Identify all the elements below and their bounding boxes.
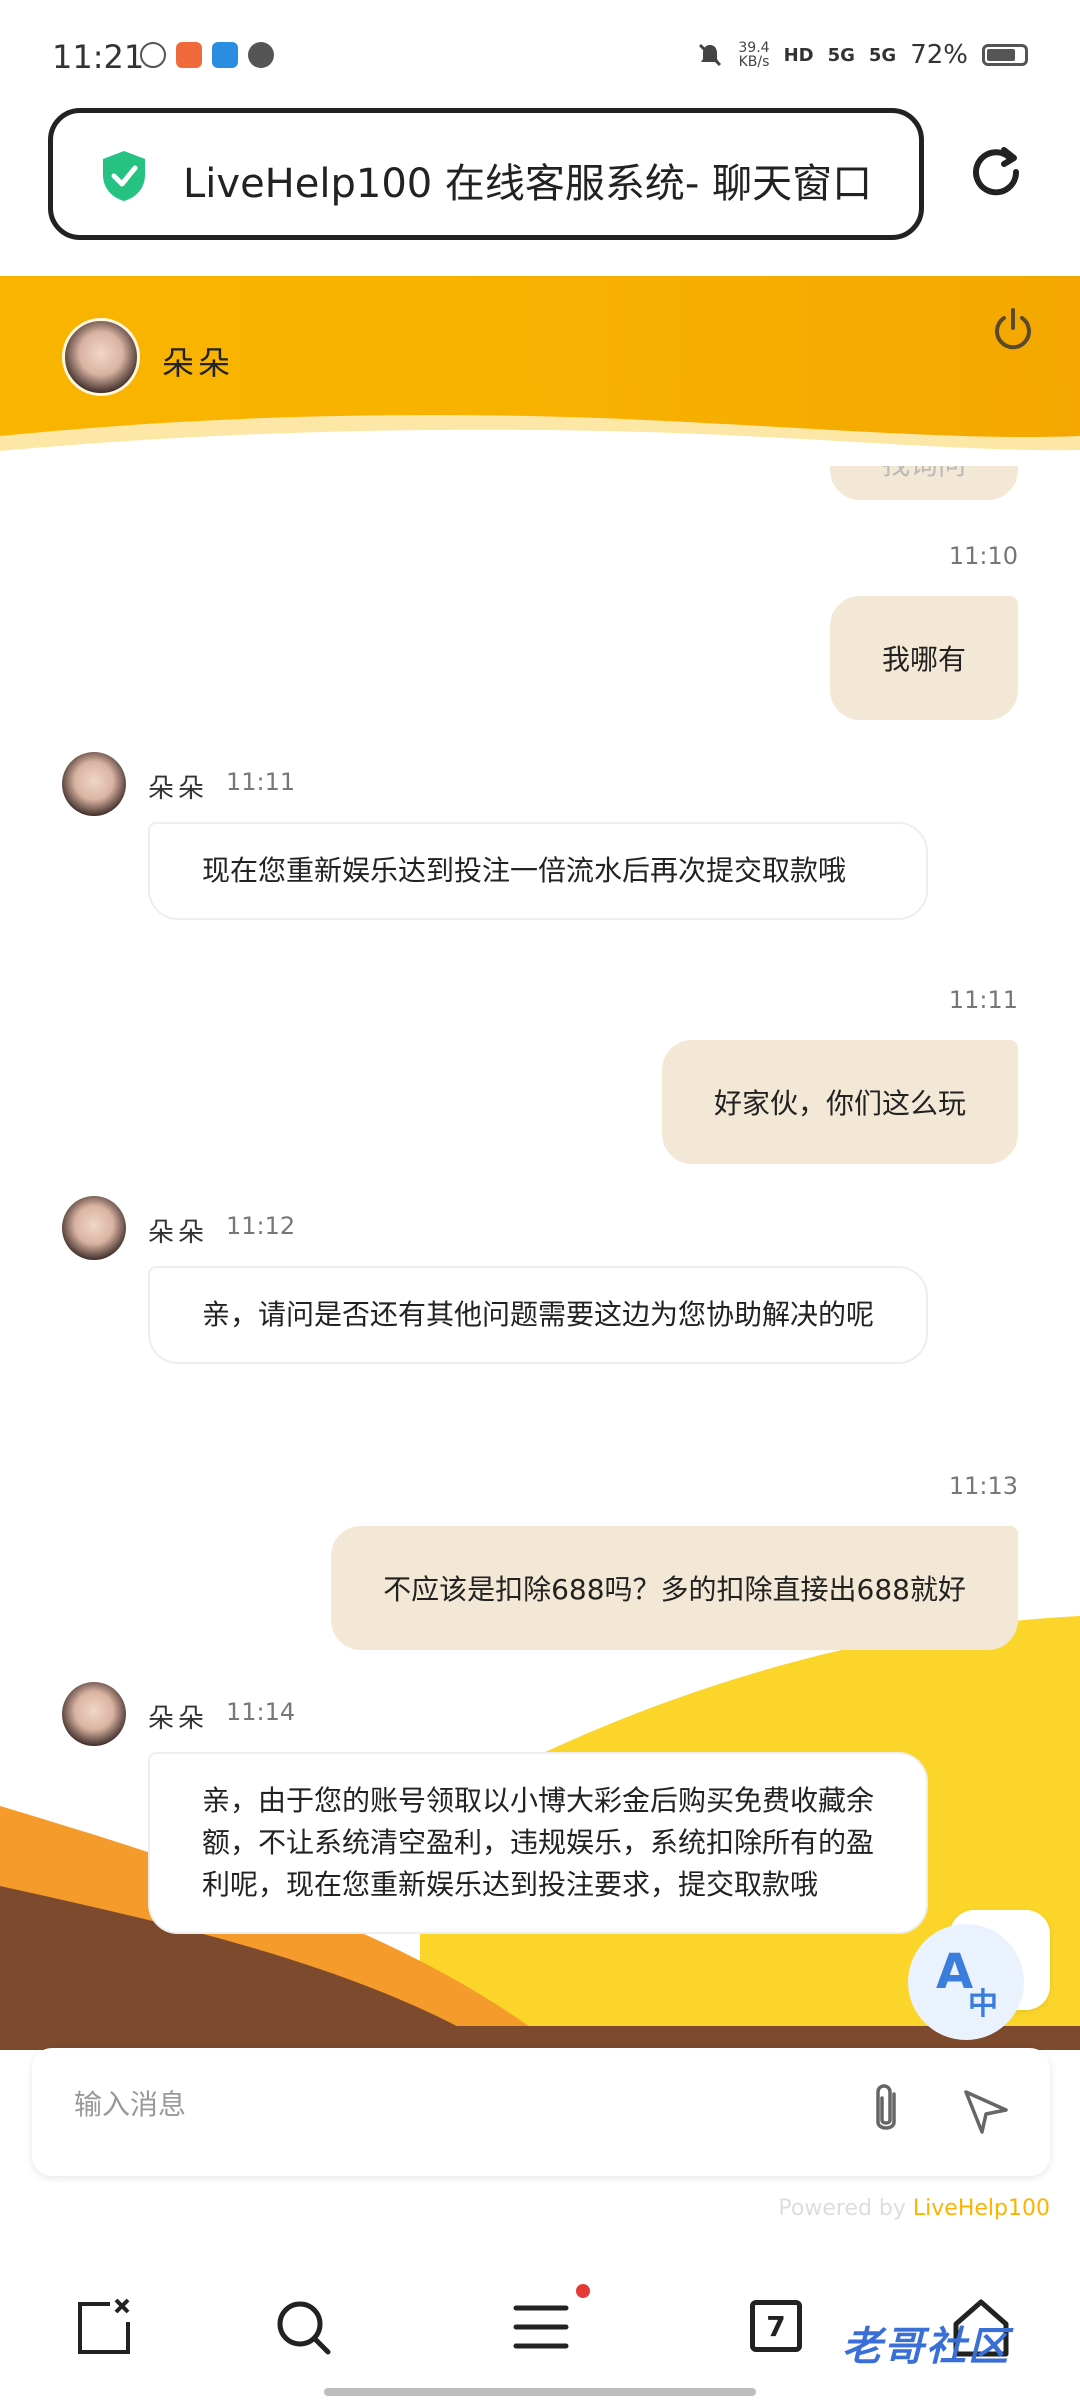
network-speed: 39.4 KB/s	[738, 40, 770, 70]
message-bubble-me: 我哪有	[829, 596, 1018, 720]
message-bubble-agent: 亲，请问是否还有其他问题需要这边为您协助解决的呢	[148, 1266, 928, 1364]
avatar	[62, 1196, 126, 1260]
mute-icon	[699, 43, 722, 67]
agent-message-header: 朵朵 11:12	[62, 1196, 662, 1260]
address-bar[interactable]: LiveHelp100 在线客服系统- 聊天窗口	[48, 108, 924, 240]
message-time: 11:11	[226, 768, 296, 796]
message-bubble-agent: 亲，由于您的账号领取以小博大彩金后购买免费收藏余额，不让系统清空盈利，违规娱乐，…	[148, 1752, 928, 1934]
screen: 11:21 39.4 KB/s HD 5G 5G 72% LiveHelp100…	[0, 0, 1080, 2400]
avatar	[62, 1682, 126, 1746]
home-indicator	[324, 2388, 756, 2396]
signal-5g-2: 5G	[868, 44, 897, 66]
message-bubble-me: 好家伙，你们这么玩	[661, 1040, 1018, 1164]
battery-percent: 72%	[910, 40, 968, 70]
reload-icon[interactable]	[966, 142, 1026, 202]
agent-name: 朵朵	[148, 1218, 209, 1248]
header-wave	[0, 415, 1080, 466]
message-icon	[248, 42, 274, 68]
agent-message-header: 朵朵 11:14	[62, 1682, 662, 1746]
shield-check-icon	[103, 151, 145, 201]
send-icon[interactable]	[960, 2086, 1012, 2138]
agent-message-header: 朵朵 11:11	[62, 752, 662, 816]
wechat-icon	[140, 42, 166, 68]
status-right: 39.4 KB/s HD 5G 5G 72%	[696, 40, 1028, 70]
chat-header: 朵朵	[0, 276, 1080, 466]
message-time: 11:12	[226, 1212, 296, 1240]
close-tab-icon[interactable]	[72, 2294, 138, 2360]
app-notification-icon	[212, 42, 238, 68]
page-title: LiveHelp100 在线客服系统- 聊天窗口	[183, 161, 873, 207]
powered-brand-link[interactable]: LiveHelp100	[913, 2196, 1050, 2221]
browser-bottom-nav: 7 老哥社区	[0, 2252, 1080, 2400]
paperclip-icon[interactable]	[858, 2080, 914, 2140]
status-bar: 11:21 39.4 KB/s HD 5G 5G 72%	[0, 0, 1080, 110]
message-time: 11:14	[226, 1698, 296, 1726]
watermark: 老哥社区	[842, 2324, 1010, 2370]
message-time: 11:13	[948, 1472, 1018, 1500]
message-bubble-me: 找询问	[829, 466, 1018, 500]
svg-text:中: 中	[968, 1987, 998, 2022]
power-icon[interactable]	[990, 306, 1036, 352]
signal-5g-1: 5G	[827, 44, 855, 66]
message-bubble-me: 不应该是扣除688吗？多的扣除直接出688就好	[331, 1526, 1018, 1650]
agent-avatar	[62, 318, 140, 396]
message-bubble-agent: 现在您重新娱乐达到投注一倍流水后再次提交取款哦	[148, 822, 928, 920]
status-time: 11:21	[52, 38, 145, 76]
message-time: 11:11	[948, 986, 1018, 1014]
header-agent-name: 朵朵	[162, 344, 235, 382]
agent-name: 朵朵	[148, 1704, 209, 1734]
search-icon[interactable]	[270, 2294, 336, 2360]
menu-icon[interactable]	[508, 2294, 574, 2360]
avatar	[62, 752, 126, 816]
agent-name: 朵朵	[148, 774, 209, 804]
hd-badge: HD	[783, 44, 814, 66]
notification-dot	[576, 2284, 590, 2298]
battery-icon	[982, 44, 1028, 66]
message-time: 11:10	[948, 542, 1018, 570]
powered-by: Powered by LiveHelp100	[778, 2196, 1050, 2221]
chat-area[interactable]: 找询问 11:10 我哪有 朵朵 11:11 现在您重新娱乐达到投注一倍流水后再…	[0, 466, 1080, 2050]
tabs-button[interactable]: 7	[750, 2300, 802, 2352]
app-notification-icon	[176, 42, 202, 68]
message-composer	[32, 2048, 1050, 2176]
message-input[interactable]	[74, 2088, 834, 2121]
translate-icon[interactable]: A 中	[906, 1922, 1026, 2042]
notification-icons	[140, 42, 274, 68]
